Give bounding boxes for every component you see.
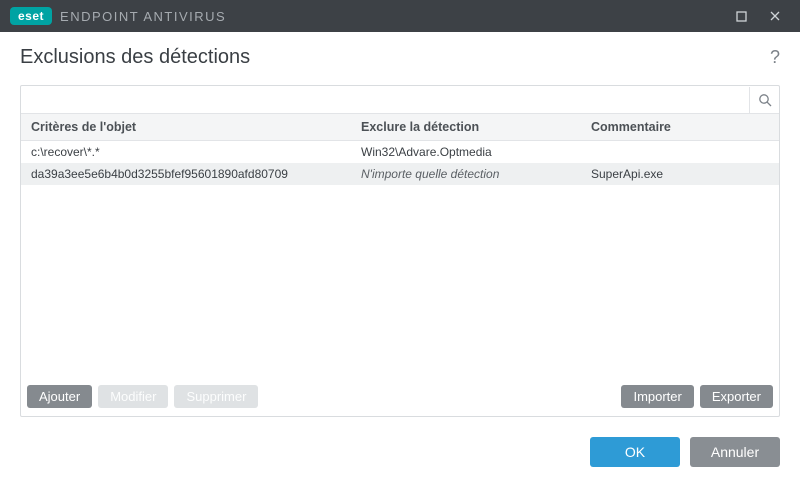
titlebar: eset ENDPOINT ANTIVIRUS xyxy=(0,0,800,32)
maximize-icon xyxy=(736,11,747,22)
close-button[interactable] xyxy=(758,0,792,32)
brand-badge: eset xyxy=(10,7,52,25)
cell-exclude: N'importe quelle détection xyxy=(361,167,591,181)
table-row[interactable]: da39a3ee5e6b4b0d3255bfef95601890afd80709… xyxy=(21,163,779,185)
add-button[interactable]: Ajouter xyxy=(27,385,92,408)
header-comment[interactable]: Commentaire xyxy=(591,120,769,134)
search-button[interactable] xyxy=(749,87,779,113)
search-input[interactable] xyxy=(21,92,749,107)
search-icon xyxy=(758,93,772,107)
close-icon xyxy=(769,10,781,22)
toolbar: Ajouter Modifier Supprimer Importer Expo… xyxy=(21,377,779,416)
page-title: Exclusions des détections xyxy=(20,46,770,69)
delete-button: Supprimer xyxy=(174,385,258,408)
exclusions-panel: Critères de l'objet Exclure la détection… xyxy=(20,85,780,417)
export-button[interactable]: Exporter xyxy=(700,385,773,408)
cell-criteria: c:\recover\*.* xyxy=(31,145,361,159)
cell-exclude: Win32\Advare.Optmedia xyxy=(361,145,591,159)
brand-name: ENDPOINT ANTIVIRUS xyxy=(60,9,226,24)
header-exclude[interactable]: Exclure la détection xyxy=(361,120,591,134)
table-row[interactable]: c:\recover\*.*Win32\Advare.Optmedia xyxy=(21,141,779,163)
help-button[interactable]: ? xyxy=(770,47,780,68)
maximize-button[interactable] xyxy=(724,0,758,32)
cell-comment xyxy=(591,145,769,159)
cancel-button[interactable]: Annuler xyxy=(690,437,780,467)
dialog-footer: OK Annuler xyxy=(0,417,800,467)
ok-button[interactable]: OK xyxy=(590,437,680,467)
table-body: c:\recover\*.*Win32\Advare.Optmediada39a… xyxy=(21,141,779,377)
import-button[interactable]: Importer xyxy=(621,385,693,408)
cell-comment: SuperApi.exe xyxy=(591,167,769,181)
header-criteria[interactable]: Critères de l'objet xyxy=(31,120,361,134)
table-header: Critères de l'objet Exclure la détection… xyxy=(21,114,779,141)
cell-criteria: da39a3ee5e6b4b0d3255bfef95601890afd80709 xyxy=(31,167,361,181)
edit-button: Modifier xyxy=(98,385,168,408)
